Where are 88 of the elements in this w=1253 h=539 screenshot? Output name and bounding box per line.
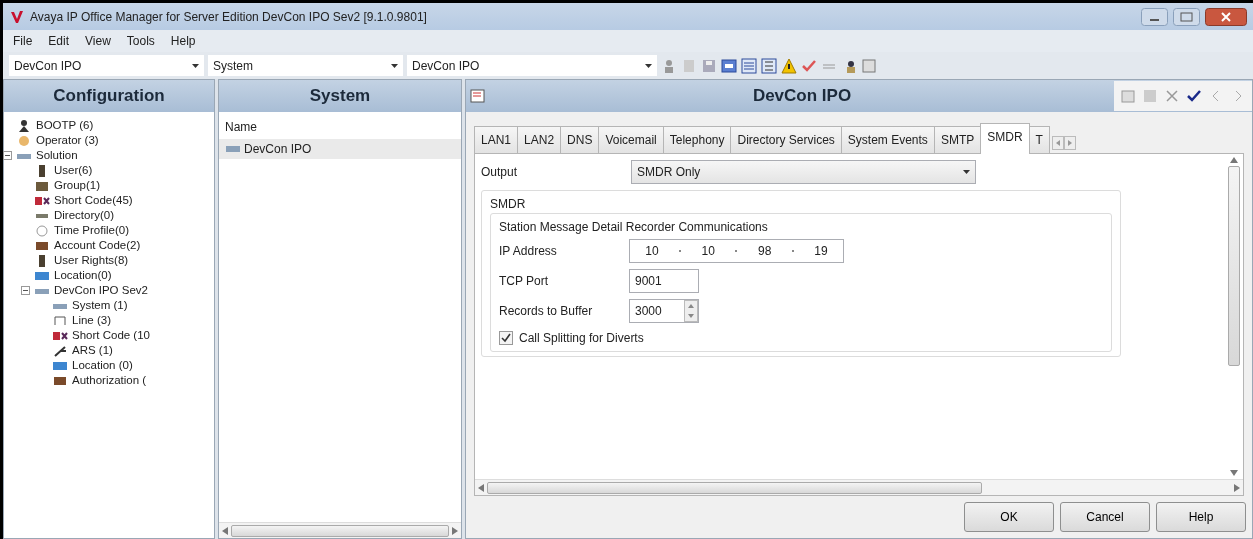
tree-item[interactable]: Time Profile(0)	[54, 222, 129, 238]
dropdown-arrow-icon	[192, 63, 199, 68]
grid-icon[interactable]	[741, 57, 757, 74]
tree-item[interactable]: Directory(0)	[54, 207, 115, 223]
pane-header: System	[219, 80, 461, 112]
window-title: Avaya IP Office Manager for Server Edition DevCon IPO Sev2 [9.1.0.9801]	[30, 8, 428, 26]
maximize-icon[interactable]	[1173, 7, 1200, 26]
pane-header: Configuration	[4, 80, 214, 112]
spin-arrows-icon[interactable]	[684, 299, 698, 322]
dropdown-arrow-icon	[645, 63, 652, 68]
port-field[interactable]: 9001	[629, 268, 699, 293]
scrollbar-thumb[interactable]	[487, 481, 982, 494]
dropdown-arrow-icon	[963, 169, 970, 174]
tab-scroll-right-icon[interactable]	[1063, 135, 1076, 150]
tab[interactable]: Voicemail	[598, 125, 664, 153]
tree-item[interactable]: Solution	[36, 147, 78, 163]
tab[interactable]: DNS	[560, 125, 600, 153]
field-label: Output	[481, 163, 519, 181]
scroll-right-icon[interactable]	[1234, 483, 1240, 492]
menu-item[interactable]: File	[13, 32, 33, 50]
close-icon[interactable]	[1205, 7, 1247, 26]
tree-item[interactable]: Operator (3)	[36, 132, 99, 148]
tab[interactable]: T	[1028, 125, 1050, 153]
scroll-right-icon[interactable]	[452, 526, 458, 535]
tree-item[interactable]: Line (3)	[72, 312, 111, 328]
menu-item[interactable]: View	[85, 32, 111, 50]
output-dropdown[interactable]: SMDR Only	[631, 159, 976, 184]
person-icon	[16, 118, 32, 132]
ip-octet: 10	[645, 242, 659, 260]
dialog-button[interactable]: Cancel	[1060, 502, 1150, 532]
tree-item[interactable]: Group(1)	[54, 177, 101, 193]
checkbox[interactable]	[499, 330, 513, 345]
scroll-down-icon[interactable]	[1230, 470, 1238, 476]
scroll-left-icon[interactable]	[478, 483, 484, 492]
list-row[interactable]: DevCon IPO	[219, 138, 461, 159]
checkbox-label: Call Splitting for Diverts	[519, 329, 644, 347]
tab-scroll-left-icon[interactable]	[1051, 135, 1064, 150]
column-header: Name	[224, 118, 258, 136]
warning-icon[interactable]	[781, 57, 797, 74]
dialog-button[interactable]: Help	[1156, 502, 1246, 532]
field-label: Records to Buffer	[499, 302, 594, 320]
tab[interactable]: System Events	[840, 125, 935, 153]
dropdown-arrow-icon	[391, 63, 398, 68]
tab[interactable]: SMDR	[980, 122, 1030, 154]
tab[interactable]: SMTP	[933, 125, 982, 153]
scrollbar-thumb[interactable]	[1228, 165, 1240, 366]
field-label: TCP Port	[499, 272, 550, 290]
dialog-button[interactable]: OK	[964, 502, 1054, 532]
pane-header: DevCon IPO	[751, 85, 853, 107]
collapse-icon[interactable]	[21, 285, 30, 295]
tree-item[interactable]: System (1)	[72, 297, 128, 313]
tab[interactable]: Directory Services	[730, 125, 842, 153]
field-label: IP Address	[499, 242, 558, 260]
ip-address-field[interactable]: 10 10 98 19	[629, 238, 844, 263]
select-field[interactable]: DevCon IPO	[407, 55, 657, 76]
tree-item[interactable]: Location(0)	[54, 267, 112, 283]
tree-item[interactable]: BOOTP (6)	[36, 117, 94, 133]
scroll-left-icon[interactable]	[222, 526, 228, 535]
select-field[interactable]: System	[208, 55, 403, 76]
menu-item[interactable]: Edit	[48, 32, 70, 50]
tree-item[interactable]: Short Code(45)	[54, 192, 133, 208]
select-field[interactable]: DevCon IPO	[9, 55, 204, 76]
collapse-icon[interactable]	[3, 150, 12, 160]
tab[interactable]: LAN2	[517, 125, 562, 153]
tree-item[interactable]: Account Code(2)	[54, 237, 141, 253]
scrollbar-thumb[interactable]	[231, 524, 449, 537]
ip-octet: 98	[757, 242, 772, 260]
form-icon	[470, 87, 486, 104]
tree-item[interactable]: User(6)	[54, 162, 93, 178]
ip-octet: 10	[701, 242, 715, 260]
ip-octet: 19	[814, 242, 828, 260]
tree-item[interactable]: ARS (1)	[72, 342, 113, 358]
tab[interactable]: Telephony	[662, 125, 732, 153]
tree-item[interactable]: DevCon IPO Sev2	[54, 282, 148, 298]
scroll-up-icon[interactable]	[1230, 156, 1238, 163]
tab[interactable]: LAN1	[474, 125, 519, 153]
window-icon[interactable]	[721, 57, 737, 74]
spin-field[interactable]: 3000	[629, 298, 699, 323]
app-logo-icon	[9, 8, 25, 25]
minimize-icon[interactable]	[1141, 7, 1168, 26]
menu-item[interactable]: Tools	[126, 32, 155, 50]
tree-item[interactable]: Authorization (	[72, 372, 147, 388]
tree-item[interactable]: Short Code (10	[72, 327, 150, 343]
menu-item[interactable]: Help	[170, 32, 196, 50]
tree-item[interactable]: User Rights(8)	[54, 252, 129, 268]
group-title: Station Message Detail Recorder Communications	[499, 218, 769, 236]
group-title: SMDR	[490, 195, 527, 213]
tree-item[interactable]: Location (0)	[72, 357, 133, 373]
